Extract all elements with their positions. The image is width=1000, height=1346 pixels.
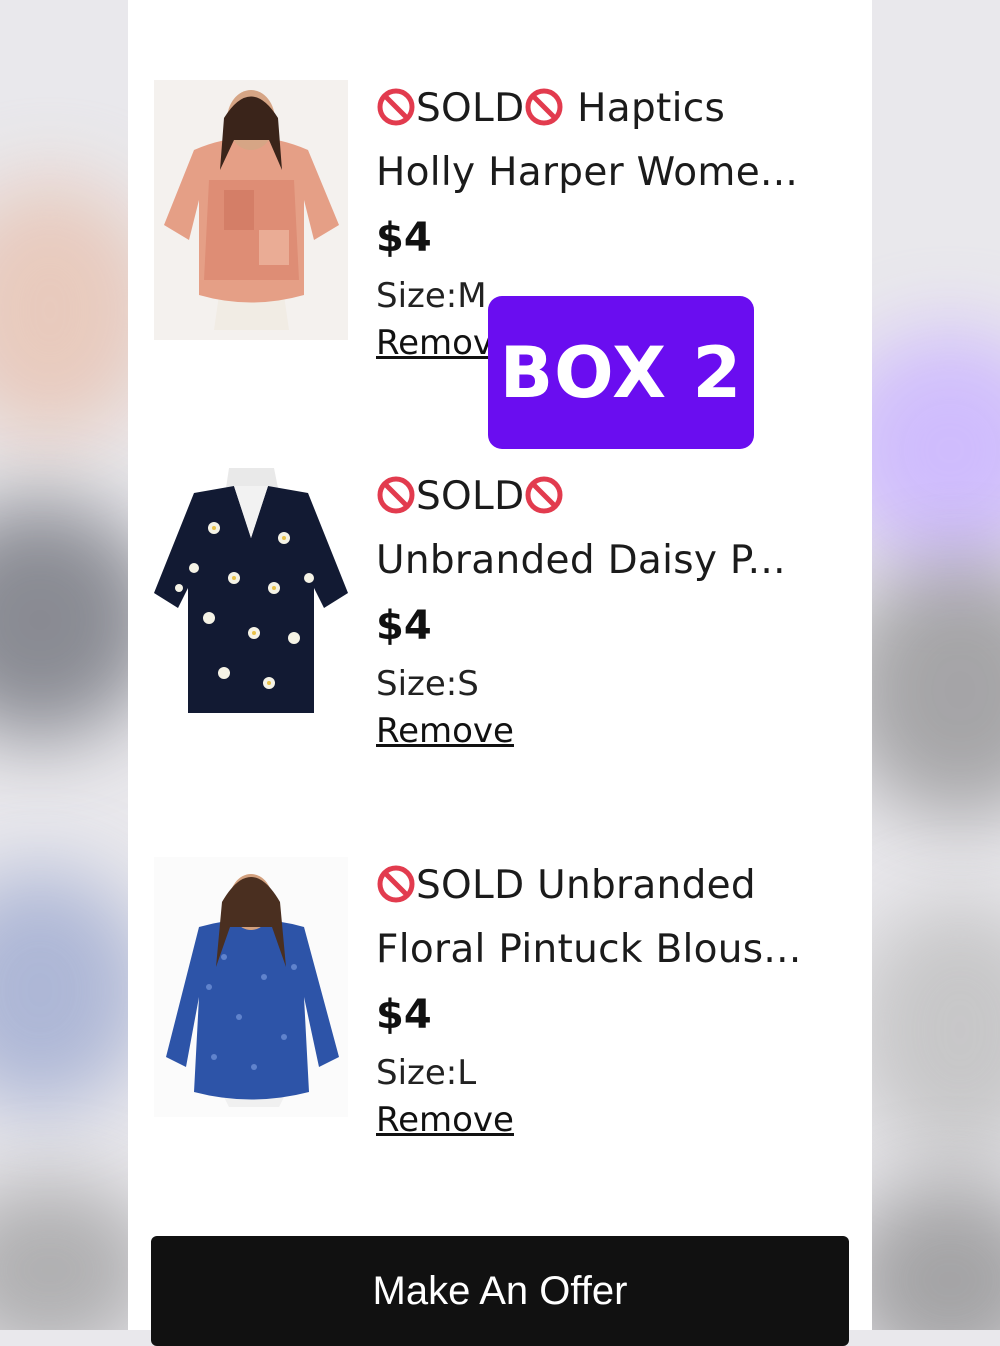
item-title: SOLD bbox=[416, 474, 525, 519]
cart-item[interactable]: SOLD Unbranded Daisy P... $4 Size:S Remo… bbox=[128, 468, 872, 751]
product-image[interactable] bbox=[154, 80, 348, 340]
box-label-badge: BOX 2 bbox=[488, 296, 754, 449]
remove-link[interactable]: Remove bbox=[376, 710, 514, 752]
prohibited-icon bbox=[376, 474, 416, 532]
prohibited-icon bbox=[376, 86, 416, 144]
cart-panel: SOLD Haptics Holly Harper Wome... $4 Siz… bbox=[128, 0, 872, 1330]
product-image[interactable] bbox=[154, 468, 348, 728]
item-title-line2: Floral Pintuck Blous... bbox=[376, 927, 802, 972]
navy-daisy-blouse-image bbox=[154, 468, 348, 728]
item-price: $4 bbox=[376, 603, 432, 649]
item-price: $4 bbox=[376, 215, 432, 261]
item-title-line2: Unbranded Daisy P... bbox=[376, 538, 786, 583]
item-size: Size:L bbox=[376, 1053, 477, 1093]
product-image[interactable] bbox=[154, 857, 348, 1117]
item-size: Size:S bbox=[376, 664, 479, 704]
item-title: SOLD Unbranded bbox=[416, 863, 756, 908]
prohibited-icon bbox=[376, 863, 416, 921]
cart-item[interactable]: SOLD Unbranded Floral Pintuck Blous... $… bbox=[128, 857, 872, 1140]
item-price: $4 bbox=[376, 992, 432, 1038]
item-title-line2: Holly Harper Wome... bbox=[376, 150, 799, 195]
blue-floral-blouse-image bbox=[154, 857, 348, 1117]
orange-patchwork-top-image bbox=[154, 80, 348, 340]
prohibited-icon bbox=[524, 86, 564, 144]
item-title-suffix: Haptics bbox=[564, 86, 726, 131]
prohibited-icon bbox=[524, 474, 564, 532]
remove-link[interactable]: Remove bbox=[376, 1099, 514, 1141]
item-title: SOLD bbox=[416, 86, 525, 131]
